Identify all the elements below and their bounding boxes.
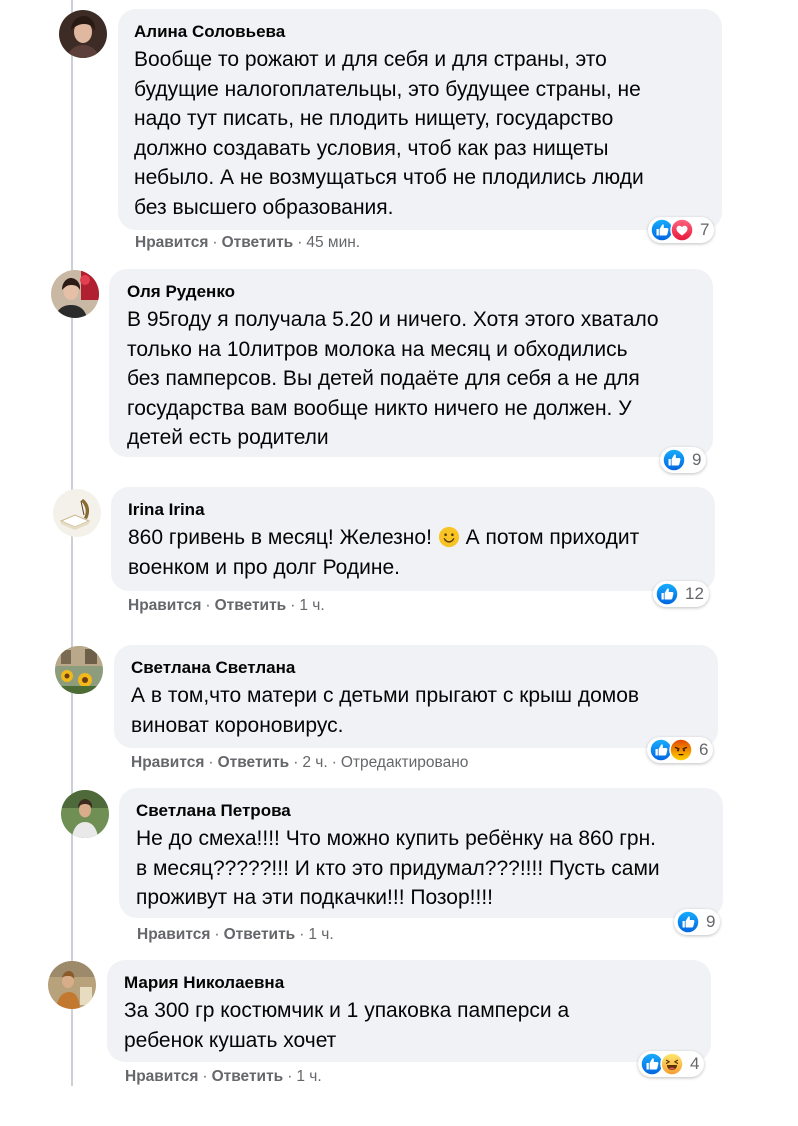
reply-button[interactable]: Ответить [218,754,290,771]
comment-text: За 300 гр костюмчик и 1 упаковка памперс… [124,999,570,1052]
timestamp[interactable]: 2 ч. [302,754,327,771]
like-icon [662,448,686,472]
like-icon [655,582,679,606]
comment-text: Вообще то рожают и для себя и для страны… [134,48,644,219]
comment-actions: Нравится · Ответить · 1 ч. [137,925,334,945]
separator: · [208,754,214,771]
timestamp[interactable]: 1 ч. [296,1068,321,1085]
reply-button[interactable]: Ответить [215,597,287,614]
like-button[interactable]: Нравится [125,1068,198,1085]
author-name[interactable]: Оля Руденко [127,281,697,303]
love-icon [670,218,694,242]
like-button[interactable]: Нравится [131,754,204,771]
reaction-count: 9 [706,912,716,931]
comment-text: Не до смеха!!!! Что можно купить ребёнку… [136,827,660,909]
separator: · [297,234,303,251]
haha-icon [660,1052,684,1076]
smiley-emoji-icon [438,526,459,548]
thread-line [71,0,73,1086]
like-icon [676,910,700,934]
comment-actions: Нравится · Ответить · 45 мин. [135,233,360,253]
reaction-count: 9 [692,450,702,469]
reaction-summary[interactable]: 12 [653,581,709,607]
separator: · [205,597,211,614]
author-name[interactable]: Светлана Петрова [136,800,707,822]
separator: · [202,1068,208,1085]
comment-bubble: Светлана Светлана А в том,что матери с д… [114,645,718,748]
reaction-count: 4 [690,1054,700,1073]
avatar[interactable] [59,10,107,58]
comment-bubble: Алина Соловьева Вообще то рожают и для с… [118,9,722,230]
reaction-summary[interactable]: 4 [638,1051,705,1077]
reaction-summary[interactable]: 9 [660,447,707,473]
comment-actions: Нравится · Ответить · 2 ч. · Отредактировано [131,753,468,773]
comment-text-part: 860 гривень в месяц! Железно! [128,526,432,549]
avatar[interactable] [51,270,99,318]
comment-text: В 95году я получала 5.20 и ничего. Хотя … [127,308,659,449]
avatar[interactable] [48,961,96,1009]
angry-icon [669,738,693,762]
timestamp[interactable]: 45 мин. [306,234,360,251]
reply-button[interactable]: Ответить [222,234,294,251]
comment-bubble: Светлана Петрова Не до смеха!!!! Что мож… [119,788,723,918]
comment-bubble: Мария Николаевна За 300 гр костюмчик и 1… [107,960,711,1062]
like-button[interactable]: Нравится [135,234,208,251]
reaction-count: 12 [685,584,704,603]
edited-label[interactable]: Отредактировано [341,754,469,771]
separator: · [287,1068,293,1085]
separator: · [212,234,218,251]
comment-actions: Нравится · Ответить · 1 ч. [125,1067,322,1087]
like-button[interactable]: Нравится [137,926,210,943]
separator: · [293,754,299,771]
separator: · [299,926,305,943]
author-name[interactable]: Мария Николаевна [124,972,695,994]
separator: · [331,754,337,771]
comment-actions: Нравится · Ответить · 1 ч. [128,596,325,616]
author-name[interactable]: Irina Irina [128,499,699,521]
separator: · [214,926,220,943]
like-button[interactable]: Нравится [128,597,201,614]
comment-bubble: Irina Irina 860 гривень в месяц! Железно… [111,487,715,591]
avatar[interactable] [55,646,103,694]
reply-button[interactable]: Ответить [212,1068,284,1085]
comment-text: 860 гривень в месяц! Железно! А потом пр… [128,523,699,582]
reaction-summary[interactable]: 7 [648,217,715,243]
timestamp[interactable]: 1 ч. [299,597,324,614]
reply-button[interactable]: Ответить [224,926,296,943]
author-name[interactable]: Алина Соловьева [134,21,706,43]
reaction-summary[interactable]: 9 [674,909,721,935]
avatar[interactable] [61,790,109,838]
comment-bubble: Оля Руденко В 95году я получала 5.20 и н… [109,269,713,457]
separator: · [290,597,296,614]
avatar[interactable] [53,489,101,537]
reaction-count: 6 [699,740,709,759]
comment-text: А в том,что матери с детьми прыгают с кр… [131,684,640,737]
timestamp[interactable]: 1 ч. [308,926,333,943]
author-name[interactable]: Светлана Светлана [131,657,702,679]
reaction-summary[interactable]: 6 [647,737,714,763]
reaction-count: 7 [700,220,710,239]
